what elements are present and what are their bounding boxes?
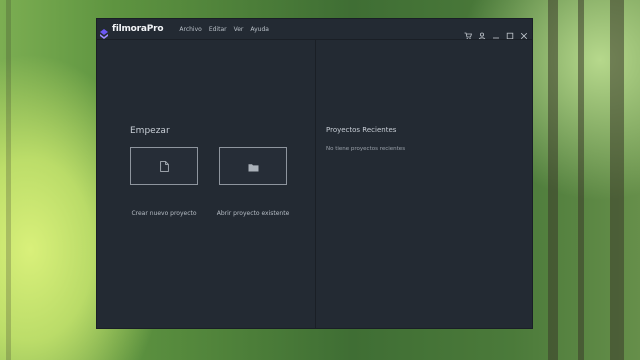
new-file-icon (159, 157, 169, 176)
menu-ver[interactable]: Ver (234, 26, 244, 33)
cart-icon[interactable] (464, 25, 473, 40)
recent-projects-heading: Proyectos Recientes (326, 126, 397, 134)
menu-ayuda[interactable]: Ayuda (250, 26, 269, 33)
background-tree (6, 0, 11, 360)
new-project-label[interactable]: Crear nuevo proyecto (131, 210, 196, 217)
menu-bar: Archivo Editar Ver Ayuda (179, 26, 269, 33)
user-icon[interactable] (478, 25, 486, 40)
app-window: filmoraPro Archivo Editar Ver Ayuda Empe… (96, 18, 533, 329)
open-project-button[interactable] (219, 147, 287, 185)
menu-archivo[interactable]: Archivo (179, 26, 201, 33)
background-tree (578, 0, 584, 360)
recent-projects-panel: Proyectos Recientes No tiene proyectos r… (316, 40, 532, 328)
new-project-button[interactable] (130, 147, 198, 185)
open-project-label[interactable]: Abrir proyecto existente (217, 210, 290, 217)
background-tree (610, 0, 624, 360)
start-panel: Empezar Crear nuevo proyecto Abrir proye… (97, 40, 316, 328)
recent-projects-empty-text: No tiene proyectos recientes (326, 146, 406, 152)
filmora-logo-icon (100, 24, 108, 39)
maximize-icon[interactable] (506, 25, 514, 40)
minimize-icon[interactable] (492, 25, 500, 39)
app-logo: filmoraPro (100, 24, 164, 39)
folder-icon (248, 157, 259, 176)
background-tree (548, 0, 558, 360)
close-icon[interactable] (520, 25, 528, 40)
window-controls (464, 25, 528, 40)
title-bar: filmoraPro Archivo Editar Ver Ayuda (97, 19, 532, 40)
start-heading: Empezar (130, 126, 170, 136)
main-content: Empezar Crear nuevo proyecto Abrir proye… (97, 39, 532, 328)
app-logo-text: filmoraPro (112, 24, 164, 34)
menu-editar[interactable]: Editar (209, 26, 227, 33)
